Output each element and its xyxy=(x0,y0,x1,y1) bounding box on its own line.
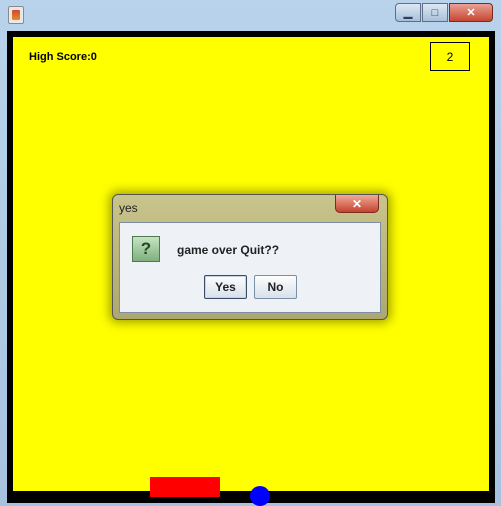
level-counter: 2 xyxy=(430,42,470,71)
window-caption-buttons: ▁ □ ✕ xyxy=(394,3,493,22)
paddle xyxy=(150,477,220,497)
game-window: ▁ □ ✕ High Score:0 2 yes ✕ ? game over Q… xyxy=(0,0,501,506)
window-title xyxy=(48,8,338,20)
no-button[interactable]: No xyxy=(254,275,297,299)
question-icon: ? xyxy=(132,236,160,262)
dialog-buttons: Yes No xyxy=(204,275,297,299)
dialog-title: yes xyxy=(119,201,138,215)
minimize-button[interactable]: ▁ xyxy=(395,3,421,22)
maximize-button[interactable]: □ xyxy=(422,3,448,22)
dialog-close-button[interactable]: ✕ xyxy=(335,195,379,213)
ball xyxy=(250,486,270,506)
java-app-icon[interactable] xyxy=(8,6,24,24)
dialog-body: ? game over Quit?? Yes No xyxy=(119,222,381,313)
close-window-button[interactable]: ✕ xyxy=(449,3,493,22)
dialog-message: game over Quit?? xyxy=(177,243,280,257)
quit-dialog: yes ✕ ? game over Quit?? Yes No xyxy=(112,194,388,320)
yes-button[interactable]: Yes xyxy=(204,275,247,299)
window-titlebar[interactable]: ▁ □ ✕ xyxy=(0,0,501,30)
high-score-label: High Score:0 xyxy=(29,51,97,63)
